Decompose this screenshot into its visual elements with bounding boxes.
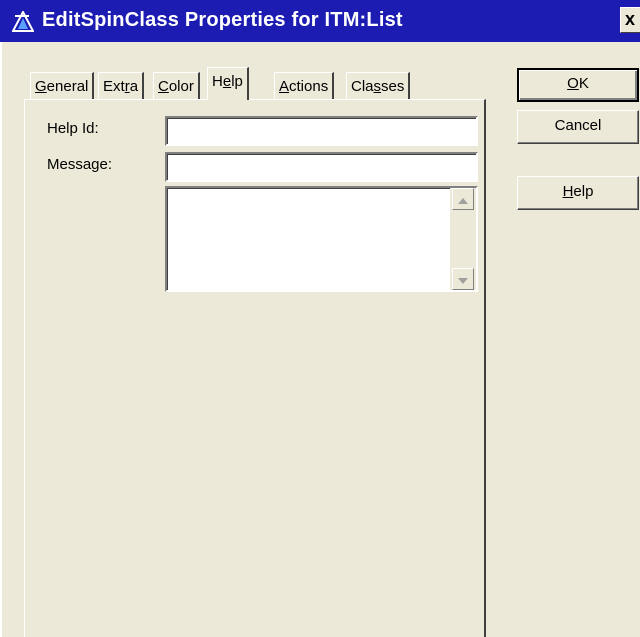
cancel-button[interactable]: Cancel — [517, 110, 639, 144]
message-input[interactable] — [165, 152, 478, 182]
dialog-edge — [0, 42, 2, 637]
app-triangle-icon — [11, 9, 35, 33]
title-bar: EditSpinClass Properties for ITM:List x — [0, 0, 640, 42]
scroll-up-button[interactable] — [452, 188, 474, 210]
tab-color[interactable]: Color — [153, 72, 200, 100]
help-id-label: Help Id: — [47, 120, 99, 137]
tab-classes[interactable]: Classes — [346, 72, 411, 100]
message-text-area[interactable] — [165, 186, 478, 292]
vertical-scrollbar[interactable] — [450, 188, 476, 290]
tab-help[interactable]: Help — [207, 67, 249, 100]
help-id-input[interactable] — [165, 116, 478, 146]
scroll-down-button[interactable] — [452, 268, 474, 290]
message-label: Message: — [47, 156, 113, 173]
ok-button[interactable]: OK — [517, 68, 639, 102]
tab-general[interactable]: General — [30, 72, 95, 100]
close-icon: x — [625, 9, 636, 29]
help-button[interactable]: Help — [517, 176, 639, 210]
arrow-up-icon — [458, 191, 468, 207]
close-button[interactable]: x — [620, 7, 640, 33]
arrow-down-icon — [458, 271, 468, 287]
tab-extra[interactable]: Extra — [98, 72, 145, 100]
tab-actions[interactable]: Actions — [274, 72, 335, 100]
window-title: EditSpinClass Properties for ITM:List — [42, 9, 403, 31]
